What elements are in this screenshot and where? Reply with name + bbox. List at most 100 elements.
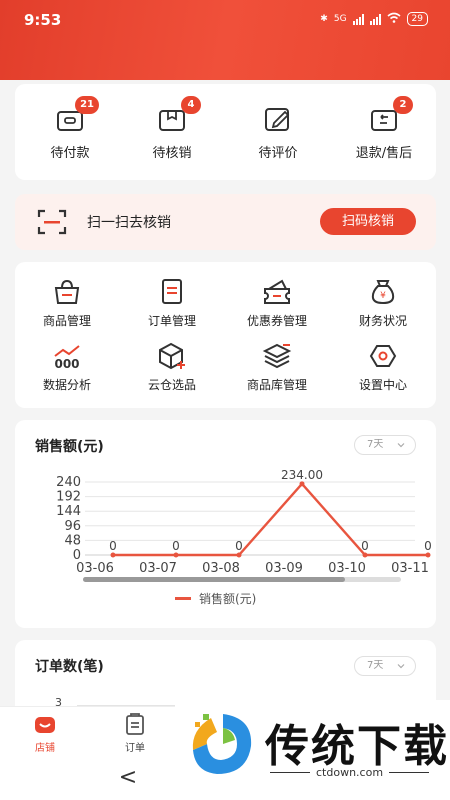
tab-label: 店铺 (35, 743, 55, 754)
status-icons: ✱ 5G 29 (320, 12, 428, 26)
battery-icon: 29 (406, 12, 428, 26)
signal-icon (352, 13, 364, 25)
order-pending-verify[interactable]: 4 待核销 (127, 96, 217, 161)
chart-x-tick-label: 03-09 (265, 561, 303, 576)
tool-label: 财务状况 (358, 314, 407, 328)
chart-y-tick-label: 144 (56, 504, 81, 519)
status-bar: 9:53 ✱ 5G 29 (0, 0, 450, 38)
scan-card: 扫一扫去核销 扫码核销 (15, 194, 436, 250)
chart-data-point (236, 552, 242, 558)
tool-finance-status[interactable]: ¥ 财务状况 (333, 278, 433, 329)
chart-y-tick-label: 48 (64, 533, 81, 548)
tool-label: 订单管理 (147, 314, 196, 328)
tool-cloud-selection[interactable]: 云仓选品 (122, 342, 222, 393)
tool-product-management[interactable]: 商品管理 (17, 278, 117, 329)
tab-store[interactable]: 店铺 (15, 713, 75, 754)
chart-y-tick-label: 240 (56, 475, 81, 490)
tool-coupon-management[interactable]: 优惠券管理 (227, 278, 327, 329)
bluetooth-icon: ✱ (320, 14, 328, 24)
money-bag-icon: ¥ (368, 278, 398, 306)
order-label: 退款/售后 (355, 146, 413, 161)
tool-label: 商品库管理 (246, 378, 307, 392)
tool-label: 商品管理 (42, 314, 91, 328)
tool-label: 设置中心 (358, 378, 407, 392)
chevron-down-icon (397, 664, 405, 669)
chart-data-label: 234.00 (281, 468, 323, 482)
tool-label: 云仓选品 (147, 378, 196, 392)
chart-series-line (113, 482, 428, 557)
refund-icon: 2 (369, 96, 413, 132)
watermark-url: ctdown.com (270, 766, 430, 779)
chart-data-label: 0 (109, 539, 117, 553)
edit-icon (263, 106, 293, 132)
cloud-box-icon (157, 342, 187, 370)
chart-x-tick-label: 03-08 (202, 561, 240, 576)
coupon-icon (262, 278, 292, 306)
tool-order-management[interactable]: 订单管理 (122, 278, 222, 329)
watermark-logo-icon (192, 714, 252, 774)
badge-pending-verify: 4 (181, 96, 201, 114)
watermark: 传统下载 ctdown.com (175, 700, 450, 800)
clipboard-icon (124, 713, 146, 735)
legend-swatch (175, 597, 191, 600)
store-icon (34, 713, 56, 735)
order-pending-review[interactable]: 待评价 (233, 106, 323, 161)
chart-y-tick-label: 192 (56, 490, 81, 505)
tool-label: 数据分析 (42, 378, 91, 392)
chart-data-label: 0 (361, 539, 369, 553)
chart-x-tick-label: 03-07 (139, 561, 177, 576)
order-pending-payment[interactable]: 21 待付款 (25, 96, 115, 161)
verify-box-icon: 4 (157, 96, 201, 132)
svg-text:¥: ¥ (380, 291, 386, 301)
network-label: 5G (333, 14, 347, 24)
chart-data-point (299, 481, 305, 487)
back-button[interactable]: < (118, 766, 138, 790)
order-label: 待付款 (50, 146, 90, 161)
orders-title: 订单数(笔) (35, 659, 104, 675)
scan-verify-button[interactable]: 扫码核销 (320, 208, 416, 235)
order-label: 待评价 (258, 146, 298, 161)
sales-line-chart: 2401921449648 0 0 03-06 0 03-07 0 03-08 234.00 03… (56, 468, 432, 582)
order-status-card: 21 待付款 4 待核销 待评价 2 退款/售后 (15, 84, 436, 180)
chart-scroll-thumb (83, 577, 345, 582)
order-label: 待核销 (152, 146, 192, 161)
chart-x-tick-label: 03-06 (76, 561, 114, 576)
chart-data-point (110, 552, 116, 558)
tool-product-library[interactable]: 商品库管理 (227, 342, 327, 393)
chart-data-label: 0 (424, 539, 432, 553)
scan-icon[interactable] (37, 208, 67, 236)
badge-refund: 2 (393, 96, 413, 114)
badge-pending-payment: 21 (75, 96, 99, 114)
range-value: 7天 (367, 660, 384, 671)
wifi-icon (387, 12, 401, 26)
chart-data-point (362, 552, 368, 558)
chart-x-tick-label: 03-10 (328, 561, 366, 576)
orders-range-select[interactable]: 7天 (354, 656, 416, 676)
order-refund[interactable]: 2 退款/售后 (339, 96, 429, 161)
data-chart-icon: 000 (52, 342, 82, 371)
chart-legend: 销售额(元) (175, 590, 256, 607)
shopping-bag-icon (52, 278, 82, 306)
layers-icon (262, 342, 292, 370)
chart-y-tick-label: 96 (64, 519, 81, 534)
scan-text: 扫一扫去核销 (87, 215, 171, 231)
svg-text:000: 000 (54, 357, 79, 370)
wallet-icon: 21 (55, 96, 99, 132)
chart-data-point (173, 552, 179, 558)
tool-data-analysis[interactable]: 000 数据分析 (17, 342, 117, 393)
tab-label: 订单 (125, 743, 145, 754)
watermark-text: 传统下载 (265, 721, 449, 772)
chart-x-tick-label: 03-11 (391, 561, 429, 576)
tool-settings-center[interactable]: 设置中心 (333, 342, 433, 393)
tab-orders[interactable]: 订单 (105, 713, 165, 754)
legend-label: 销售额(元) (199, 592, 257, 606)
tool-label: 优惠券管理 (246, 314, 307, 328)
settings-hex-icon (368, 342, 398, 370)
order-list-icon (157, 278, 187, 306)
chart-data-label: 0 (235, 539, 243, 553)
chart-data-label: 0 (172, 539, 180, 553)
chart-data-point (425, 552, 431, 558)
watermark-url-text: ctdown.com (316, 766, 384, 779)
signal-icon-2 (369, 13, 381, 25)
status-time: 9:53 (24, 11, 62, 29)
